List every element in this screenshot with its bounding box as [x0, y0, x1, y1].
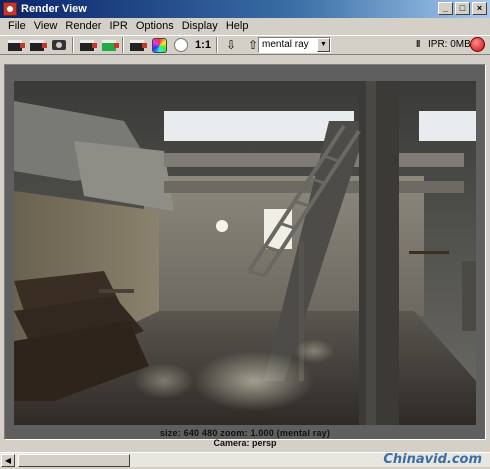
render-region-icon — [30, 39, 47, 51]
render-viewport[interactable] — [4, 64, 486, 440]
menu-ipr[interactable]: IPR — [105, 18, 131, 35]
render-region-button[interactable] — [28, 37, 47, 54]
rendered-scene — [14, 81, 476, 425]
alpha-channel-icon — [174, 38, 188, 52]
chevron-down-icon[interactable]: ▼ — [317, 38, 330, 52]
maximize-button[interactable]: □ — [455, 2, 470, 15]
window-title: Render View — [21, 3, 87, 15]
watermark: Chinavid.com — [383, 452, 482, 467]
menu-view[interactable]: View — [30, 18, 62, 35]
ratio-label: 1:1 — [195, 39, 211, 51]
alpha-channel-button[interactable] — [172, 37, 190, 54]
rgb-channels-icon — [151, 37, 167, 53]
redo-previous-render-icon — [8, 39, 25, 51]
ipr-region-button[interactable] — [100, 37, 119, 54]
render-info: size: 640 480 zoom: 1.000 (mental ray) — [159, 428, 331, 438]
minimize-button[interactable]: _ — [438, 2, 453, 15]
toolbar-divider — [216, 37, 218, 53]
menu-render[interactable]: Render — [61, 18, 105, 35]
renderer-value: mental ray — [262, 39, 309, 50]
rendered-image — [14, 81, 476, 425]
menu-options[interactable]: Options — [132, 18, 178, 35]
render-settings-button[interactable] — [128, 37, 147, 54]
scroll-thumb[interactable] — [18, 454, 130, 467]
stop-ipr-button[interactable] — [470, 37, 485, 52]
close-button[interactable]: × — [472, 2, 487, 15]
real-size-button[interactable]: 1:1 — [194, 37, 212, 54]
toolbar: 1:1 ⇩ ⇧ ● mental ray ▼ II IPR: 0MB — [0, 35, 490, 55]
menu-help[interactable]: Help — [222, 18, 253, 35]
ipr-memory-label: IPR: 0MB — [428, 39, 471, 50]
keep-image-button[interactable]: ⇩ — [222, 37, 240, 54]
redo-previous-render-button[interactable] — [6, 37, 25, 54]
remove-image-icon: ⇧ — [247, 38, 259, 52]
window-controls: _ □ × — [438, 2, 487, 15]
rgb-channels-button[interactable] — [150, 37, 168, 54]
redo-ipr-render-icon — [80, 39, 97, 51]
menu-file[interactable]: File — [4, 18, 30, 35]
ipr-region-icon — [102, 39, 119, 51]
keep-image-icon: ⇩ — [225, 38, 237, 52]
render-view-icon — [3, 2, 17, 16]
camera-info: Camera: persp — [213, 438, 277, 448]
toolbar-divider — [72, 37, 74, 53]
menu-display[interactable]: Display — [178, 18, 222, 35]
render-settings-icon — [130, 39, 147, 51]
renderer-dropdown[interactable]: mental ray ▼ — [258, 37, 331, 53]
menu-bar: File View Render IPR Options Display Hel… — [0, 18, 490, 35]
snapshot-icon — [52, 40, 66, 50]
redo-ipr-render-button[interactable] — [78, 37, 97, 54]
pause-icon[interactable]: II — [416, 39, 420, 50]
snapshot-button[interactable] — [50, 37, 68, 54]
toolbar-divider — [122, 37, 124, 53]
scroll-left-icon[interactable]: ◀ — [1, 454, 15, 467]
title-bar: Render View _ □ × — [0, 0, 490, 18]
